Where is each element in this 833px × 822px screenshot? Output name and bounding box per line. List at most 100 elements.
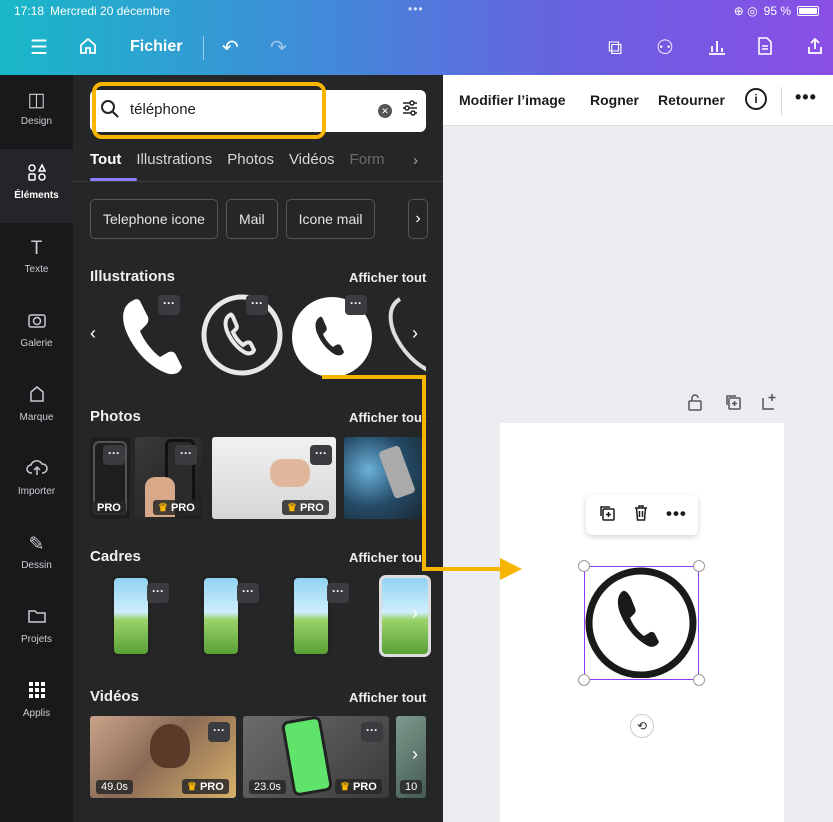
more-options-button[interactable]: ··· xyxy=(208,722,230,742)
crop-button[interactable]: Rogner xyxy=(590,92,639,108)
tabs-divider xyxy=(73,181,443,182)
more-options-button[interactable]: ··· xyxy=(175,445,197,465)
rail-label: Marque xyxy=(19,412,54,423)
tabs-chevron-right-icon[interactable]: › xyxy=(413,152,418,169)
more-options-button[interactable]: ··· xyxy=(237,583,259,603)
tab-illustrations[interactable]: Illustrations xyxy=(136,151,212,181)
left-rail: ◫ Design Éléments T Texte Galerie Marque… xyxy=(0,75,73,822)
frame-phone-4[interactable] xyxy=(379,575,431,657)
pro-badge-text: PRO xyxy=(299,502,324,514)
photo-thumb[interactable]: ··· ♛ PRO xyxy=(212,437,336,519)
menu-icon[interactable]: ☰ xyxy=(30,36,48,60)
videos-next-icon[interactable]: › xyxy=(412,744,418,765)
rail-item-draw[interactable]: ✎ Dessin xyxy=(0,519,73,593)
chip-icone-mail[interactable]: Icone mail xyxy=(285,199,376,239)
illustration-phone-1[interactable]: ··· xyxy=(110,293,195,378)
frame-phone-1[interactable] xyxy=(111,575,151,657)
info-icon[interactable]: i xyxy=(745,88,767,110)
rail-item-design[interactable]: ◫ Design xyxy=(0,75,73,149)
resize-handle-top-right[interactable] xyxy=(693,560,705,572)
rotate-handle-icon[interactable]: ⟲ xyxy=(630,714,654,738)
illustrations-prev-icon[interactable]: ‹ xyxy=(90,323,96,344)
resize-handle-bottom-left[interactable] xyxy=(578,674,590,686)
frame-phone-3[interactable] xyxy=(291,575,331,657)
rail-label: Éléments xyxy=(14,190,59,201)
more-options-button[interactable]: ··· xyxy=(361,722,383,742)
see-all-photos[interactable]: Afficher tout xyxy=(349,410,426,425)
redo-icon[interactable]: ↷ xyxy=(270,36,287,60)
editor-area: Modifier l’image Rogner Retourner i ••• … xyxy=(443,75,833,822)
more-options-button[interactable]: ··· xyxy=(246,295,268,315)
lock-icon[interactable] xyxy=(687,393,703,415)
video-thumb[interactable]: ··· 23.0s ♛ PRO xyxy=(243,716,389,798)
category-tabs: Tout Illustrations Photos Vidéos Form xyxy=(90,151,385,181)
video-thumb[interactable]: 10 xyxy=(396,716,426,798)
frames-row: ··· ··· ··· › xyxy=(90,575,431,665)
add-page-icon[interactable] xyxy=(760,393,778,415)
pro-badge: ♛ PRO xyxy=(335,779,382,794)
status-time: 17:18 xyxy=(14,4,45,18)
more-options-button[interactable]: ··· xyxy=(345,295,367,315)
tab-all[interactable]: Tout xyxy=(90,151,121,181)
duplicate-icon[interactable] xyxy=(598,504,616,527)
selected-element[interactable] xyxy=(584,566,699,680)
resize-handle-bottom-right[interactable] xyxy=(693,674,705,686)
more-options-icon[interactable]: ••• xyxy=(795,87,817,108)
chips-next-icon[interactable]: › xyxy=(408,199,428,239)
clear-search-icon[interactable]: ✕ xyxy=(378,104,392,118)
duplicate-page-icon[interactable] xyxy=(724,393,742,415)
home-icon[interactable] xyxy=(78,36,98,62)
video-thumb[interactable]: ··· 49.0s ♛ PRO xyxy=(90,716,236,798)
element-floating-toolbar: ••• xyxy=(586,495,698,535)
tab-photos[interactable]: Photos xyxy=(227,151,274,181)
rail-item-gallery[interactable]: Galerie xyxy=(0,297,73,371)
frame-phone-2[interactable] xyxy=(201,575,241,657)
rail-item-apps[interactable]: Applis xyxy=(0,667,73,741)
file-menu[interactable]: Fichier xyxy=(130,38,182,56)
share-upload-icon[interactable] xyxy=(805,36,825,62)
pro-badge: PRO xyxy=(92,501,126,515)
chip-mail[interactable]: Mail xyxy=(225,199,278,239)
illustration-phone-4[interactable] xyxy=(380,293,426,378)
illustration-phone-3[interactable]: ··· xyxy=(290,293,375,378)
frames-next-icon[interactable]: › xyxy=(412,603,418,624)
flip-button[interactable]: Retourner xyxy=(658,92,725,108)
draw-icon: ✎ xyxy=(28,534,45,555)
see-all-frames[interactable]: Afficher tout xyxy=(349,550,426,565)
photo-thumb[interactable]: ··· PRO xyxy=(90,437,130,519)
videos-row: ··· 49.0s ♛ PRO ··· 23.0s ♛ PRO 10 › xyxy=(90,716,426,798)
rail-item-brand[interactable]: Marque xyxy=(0,371,73,445)
photo-thumb[interactable] xyxy=(344,437,426,519)
tab-shapes[interactable]: Form xyxy=(350,151,385,181)
rail-item-elements[interactable]: Éléments xyxy=(0,149,73,223)
undo-icon[interactable]: ↶ xyxy=(222,36,239,60)
more-options-button[interactable]: ··· xyxy=(158,295,180,315)
photo-thumb[interactable]: ··· ♛ PRO xyxy=(135,437,202,519)
magic-resize-icon[interactable]: ⧉ xyxy=(608,36,622,60)
document-icon[interactable] xyxy=(756,36,774,62)
illustration-phone-2[interactable]: ··· xyxy=(200,293,285,378)
more-options-icon[interactable]: ••• xyxy=(666,504,687,524)
rail-item-text[interactable]: T Texte xyxy=(0,223,73,297)
rail-item-projects[interactable]: Projets xyxy=(0,593,73,667)
more-options-button[interactable]: ··· xyxy=(103,445,125,465)
cloud-upload-icon xyxy=(0,459,73,483)
more-options-button[interactable]: ··· xyxy=(310,445,332,465)
top-bar: 17:18 Mercredi 20 décembre ••• ⊕ ◎ 95 % … xyxy=(0,0,833,75)
resize-handle-top-left[interactable] xyxy=(578,560,590,572)
more-options-button[interactable]: ··· xyxy=(147,583,169,603)
edit-image-button[interactable]: Modifier l’image xyxy=(459,92,566,108)
chip-telephone-icone[interactable]: Telephone icone xyxy=(90,199,218,239)
rail-item-upload[interactable]: Importer xyxy=(0,445,73,519)
multitasking-dots[interactable]: ••• xyxy=(408,2,424,16)
illustrations-next-icon[interactable]: › xyxy=(412,323,418,344)
rail-label: Applis xyxy=(22,708,51,719)
see-all-videos[interactable]: Afficher tout xyxy=(349,690,426,705)
filter-icon[interactable] xyxy=(401,99,419,122)
see-all-illustrations[interactable]: Afficher tout xyxy=(349,270,426,285)
more-options-button[interactable]: ··· xyxy=(327,583,349,603)
insights-icon[interactable] xyxy=(707,36,727,62)
share-people-icon[interactable]: ⚇ xyxy=(656,36,674,60)
trash-icon[interactable] xyxy=(632,504,650,527)
tab-videos[interactable]: Vidéos xyxy=(289,151,335,181)
